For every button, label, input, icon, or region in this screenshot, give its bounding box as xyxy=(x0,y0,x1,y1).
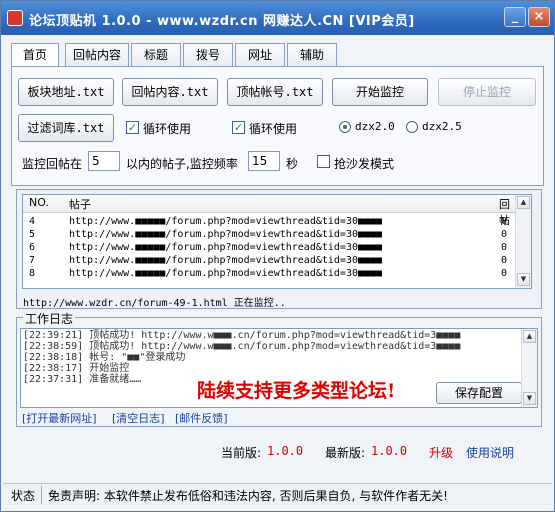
tab-reply-content[interactable]: 回帖内容 xyxy=(65,43,129,67)
row-no: 5 xyxy=(29,229,36,240)
log-line: [22:38:17] 开始监控 xyxy=(23,363,130,374)
row-post-url: http://www.■■■■■/forum.php?mod=viewthrea… xyxy=(69,216,383,227)
start-monitor-button[interactable]: 开始监控 xyxy=(332,78,428,106)
sofa-mode-checkbox[interactable] xyxy=(317,155,330,168)
work-log[interactable]: [22:39:21] 顶帖成功! http://www.w■■■.cn/foru… xyxy=(20,328,538,408)
monitor-middle-label: 以内的帖子,监控频率 xyxy=(126,157,238,171)
stop-monitor-button[interactable]: 停止监控 xyxy=(438,78,536,106)
posts-within-input[interactable]: 5 xyxy=(88,151,120,171)
row-replies: 0 xyxy=(501,255,508,266)
table-row[interactable]: 5 http://www.■■■■■/forum.php?mod=viewthr… xyxy=(23,228,517,241)
monitor-prefix-label: 监控回帖在 xyxy=(22,157,83,171)
log-line: [22:37:31] 准备就绪…… xyxy=(23,374,142,385)
promo-text: 陆续支持更多类型论坛! xyxy=(197,380,396,402)
email-feedback-link[interactable]: [邮件反馈] xyxy=(175,410,228,426)
post-account-button[interactable]: 顶帖帐号.txt xyxy=(227,78,323,106)
status-label: 状态 xyxy=(11,489,36,503)
board-address-button[interactable]: 板块地址.txt xyxy=(18,78,114,106)
post-list-scrollbar[interactable]: ▲ ▼ xyxy=(515,195,531,288)
scroll-down-icon[interactable]: ▼ xyxy=(523,392,536,405)
frequency-input[interactable]: 15 xyxy=(248,151,280,171)
upgrade-link[interactable]: 升级 xyxy=(429,444,453,461)
reply-content-button[interactable]: 回帖内容.txt xyxy=(122,78,218,106)
row-post-url: http://www.■■■■■/forum.php?mod=viewthrea… xyxy=(69,255,383,266)
disclaimer-text: 免责声明: 本软件禁止发布低俗和违法内容, 否则后果自负, 与软件作者无关! xyxy=(48,489,448,503)
work-log-group: 工作日志 [22:39:21] 顶帖成功! http://www.w■■■.cn… xyxy=(16,310,542,427)
status-divider xyxy=(41,486,42,504)
row-no: 4 xyxy=(29,216,36,227)
seconds-label: 秒 xyxy=(286,157,299,171)
app-icon xyxy=(7,10,23,26)
current-version-value: 1.0.0 xyxy=(267,444,304,458)
table-row[interactable]: 6 http://www.■■■■■/forum.php?mod=viewthr… xyxy=(23,241,517,254)
open-latest-url-link[interactable]: [打开最新网址] xyxy=(22,410,97,426)
tab-title[interactable]: 标题 xyxy=(131,43,181,67)
loop-use-2-checkbox[interactable]: ✓ xyxy=(232,121,245,134)
table-row[interactable]: 7 http://www.■■■■■/forum.php?mod=viewthr… xyxy=(23,254,517,267)
dzx25-radio[interactable] xyxy=(406,121,418,133)
column-no[interactable]: NO. xyxy=(29,196,49,209)
status-bar: 状态 免责声明: 本软件禁止发布低俗和违法内容, 否则后果自负, 与软件作者无关… xyxy=(3,483,552,505)
scroll-up-icon[interactable]: ▲ xyxy=(523,330,536,343)
dzx20-label: dzx2.0 xyxy=(355,120,395,133)
table-row[interactable]: 8 http://www.■■■■■/forum.php?mod=viewthr… xyxy=(23,267,517,280)
log-line: [22:39:21] 顶帖成功! http://www.w■■■.cn/foru… xyxy=(23,330,461,341)
minimize-button[interactable]: _ xyxy=(504,7,526,27)
row-replies: 0 xyxy=(501,268,508,279)
latest-version-value: 1.0.0 xyxy=(371,444,408,458)
work-log-scrollbar[interactable]: ▲ ▼ xyxy=(521,329,537,407)
row-post-url: http://www.■■■■■/forum.php?mod=viewthrea… xyxy=(69,242,383,253)
save-config-button[interactable]: 保存配置 xyxy=(436,382,522,404)
dzx25-label: dzx2.5 xyxy=(422,120,462,133)
main-window: 论坛顶贴机 1.0.0 - www.wzdr.cn 网赚达人.CN [VIP会员… xyxy=(0,0,555,512)
row-no: 8 xyxy=(29,268,36,279)
row-post-url: http://www.■■■■■/forum.php?mod=viewthrea… xyxy=(69,268,383,279)
home-panel: 板块地址.txt 回帖内容.txt 顶帖帐号.txt 开始监控 停止监控 过滤词… xyxy=(11,66,544,186)
post-list-header: NO. 帖子 回帖 xyxy=(23,195,517,227)
table-row[interactable]: 4 http://www.■■■■■/forum.php?mod=viewthr… xyxy=(23,215,517,228)
scroll-up-icon[interactable]: ▲ xyxy=(517,196,530,209)
title-bar[interactable]: 论坛顶贴机 1.0.0 - www.wzdr.cn 网赚达人.CN [VIP会员… xyxy=(1,1,554,35)
filter-words-button[interactable]: 过滤词库.txt xyxy=(18,114,114,142)
help-link[interactable]: 使用说明 xyxy=(466,444,514,461)
loop-use-1-checkbox[interactable]: ✓ xyxy=(126,121,139,134)
loop-use-2-label: 循环使用 xyxy=(249,122,298,136)
close-button[interactable]: × xyxy=(528,7,550,27)
tab-url[interactable]: 网址 xyxy=(235,43,285,67)
column-post[interactable]: 帖子 xyxy=(69,196,91,212)
row-replies: 0 xyxy=(501,216,508,227)
row-replies: 0 xyxy=(501,242,508,253)
monitor-status-url: http://www.wzdr.cn/forum-49-1.html 正在监控.… xyxy=(23,298,286,309)
dzx20-radio[interactable] xyxy=(339,121,351,133)
post-list-group: NO. 帖子 回帖 4 http://www.■■■■■/forum.php?m… xyxy=(16,189,542,309)
latest-version-label: 最新版: xyxy=(325,446,366,460)
scroll-down-icon[interactable]: ▼ xyxy=(517,273,530,286)
loop-use-1-label: 循环使用 xyxy=(143,122,192,136)
tab-helper[interactable]: 辅助 xyxy=(287,43,337,67)
row-no: 6 xyxy=(29,242,36,253)
sofa-mode-label: 抢沙发模式 xyxy=(334,157,395,171)
window-title: 论坛顶贴机 1.0.0 - www.wzdr.cn 网赚达人.CN [VIP会员… xyxy=(29,14,415,29)
post-list[interactable]: NO. 帖子 回帖 4 http://www.■■■■■/forum.php?m… xyxy=(22,194,532,289)
current-version-label: 当前版: xyxy=(221,446,262,460)
row-post-url: http://www.■■■■■/forum.php?mod=viewthrea… xyxy=(69,229,383,240)
work-log-legend: 工作日志 xyxy=(23,310,76,327)
row-no: 7 xyxy=(29,255,36,266)
tab-dialup[interactable]: 拨号 xyxy=(183,43,233,67)
clear-log-link[interactable]: [清空日志] xyxy=(112,410,165,426)
log-line: [22:38:18] 帐号: "■■"登录成功 xyxy=(23,352,186,363)
log-line: [22:38:59] 顶帖成功! http://www.w■■■.cn/foru… xyxy=(23,341,461,352)
row-replies: 0 xyxy=(501,229,508,240)
tab-home[interactable]: 首页 xyxy=(11,43,59,68)
